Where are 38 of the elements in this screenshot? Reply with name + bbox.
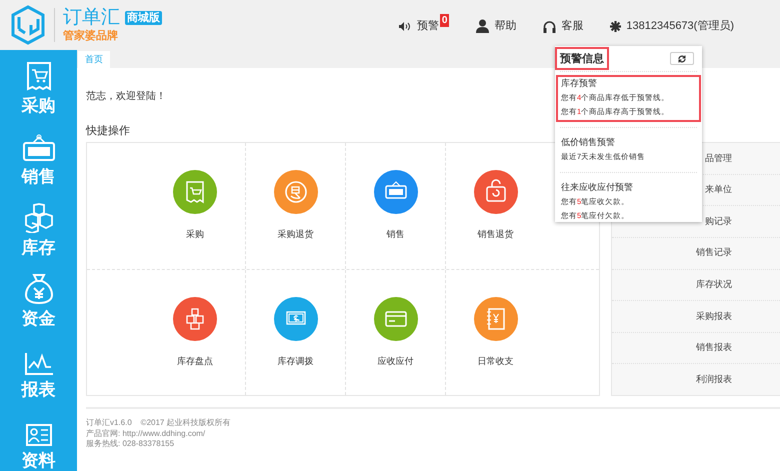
user-icon: [476, 19, 490, 33]
shortcut-link[interactable]: 购记录: [705, 214, 732, 228]
header-link[interactable]: 客服: [543, 18, 584, 34]
popup-title: 预警信息: [555, 47, 609, 70]
headphones-icon: [543, 20, 556, 32]
alert-heading: 低价销售预警: [561, 136, 616, 149]
shortcut-link[interactable]: 来单位: [705, 183, 732, 197]
edition-badge: 商城版: [125, 11, 162, 25]
line-chart-icon: [24, 353, 52, 375]
count-badge: 0: [440, 14, 450, 26]
welcome-text: 范志，欢迎登陆！: [86, 91, 166, 102]
section-title: 快捷操作: [86, 125, 130, 137]
refresh-button[interactable]: [670, 52, 694, 65]
money-bag-icon: [24, 272, 52, 304]
brand-subtitle: 管家婆品牌: [63, 29, 119, 43]
asterisk-icon: [610, 20, 622, 32]
header-link[interactable]: 帮助: [476, 18, 516, 34]
speaker-icon: [398, 22, 412, 30]
alert-heading: 库存预警: [561, 77, 598, 90]
shortcut-link[interactable]: 采购报表: [696, 310, 732, 324]
id-card-icon: [26, 424, 52, 446]
shortcut-link[interactable]: 库存状况: [696, 278, 732, 292]
shortcut-link[interactable]: 品管理: [705, 152, 732, 166]
footer-text: 服务热线: 028-83378155: [86, 439, 176, 450]
receipt-cart-icon: [26, 61, 52, 91]
boxes-icon: [24, 203, 54, 233]
header-link[interactable]: 13812345673(管理员): [610, 18, 734, 34]
sale-sign-icon: [22, 134, 54, 162]
shortcut-link[interactable]: 利润报表: [696, 372, 732, 386]
shortcut-link[interactable]: 销售报表: [696, 341, 732, 355]
header-link[interactable]: 预警: [398, 18, 439, 34]
logo-icon: [11, 5, 45, 45]
footer-text: 订单汇v1.6.0 ©2017 起业科技版权所有: [86, 418, 232, 428]
refresh-icon: [678, 54, 686, 62]
alert-heading: 往来应收应付预警: [561, 181, 634, 194]
brand-title: 订单汇: [63, 7, 120, 29]
shortcut-link[interactable]: 销售记录: [696, 246, 732, 260]
footer-text: 产品官网: http://www.ddhing.com/: [86, 428, 206, 439]
